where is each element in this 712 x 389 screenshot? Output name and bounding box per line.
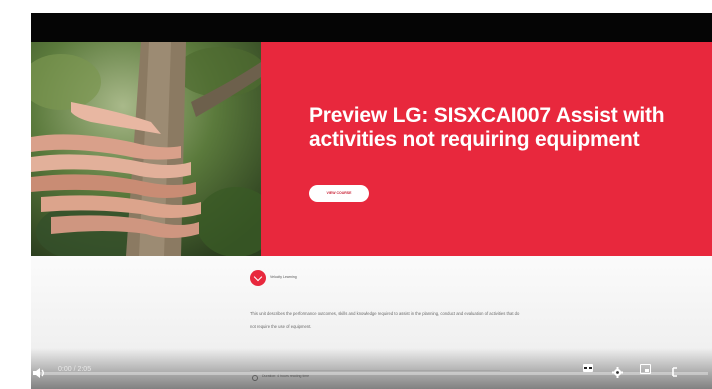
view-course-button[interactable]: VIEW COURSE	[309, 185, 369, 202]
fullscreen-icon[interactable]	[672, 362, 681, 377]
progress-bar[interactable]	[35, 372, 708, 375]
volume-icon[interactable]	[32, 364, 46, 378]
brand-name: Velocity Learning	[270, 275, 297, 279]
brand-logo-icon	[250, 270, 266, 286]
video-frame: Preview LG: SISXCAI007 Assist with activ…	[0, 0, 712, 389]
play-icon[interactable]	[10, 365, 18, 375]
title-panel: Preview LG: SISXCAI007 Assist with activ…	[261, 42, 712, 256]
hands-on-tree-photo	[31, 42, 261, 256]
time-display: 0:00 / 2:05	[58, 366, 92, 373]
controls-gradient	[31, 348, 712, 389]
letterbox-bar	[31, 13, 712, 42]
subtitles-icon[interactable]	[583, 364, 593, 372]
course-description: This unit describes the performance outc…	[250, 311, 520, 329]
course-title: Preview LG: SISXCAI007 Assist with activ…	[309, 104, 665, 151]
miniplayer-icon[interactable]	[640, 364, 651, 374]
gear-icon[interactable]	[612, 363, 623, 378]
video-player[interactable]: Preview LG: SISXCAI007 Assist with activ…	[31, 13, 712, 389]
